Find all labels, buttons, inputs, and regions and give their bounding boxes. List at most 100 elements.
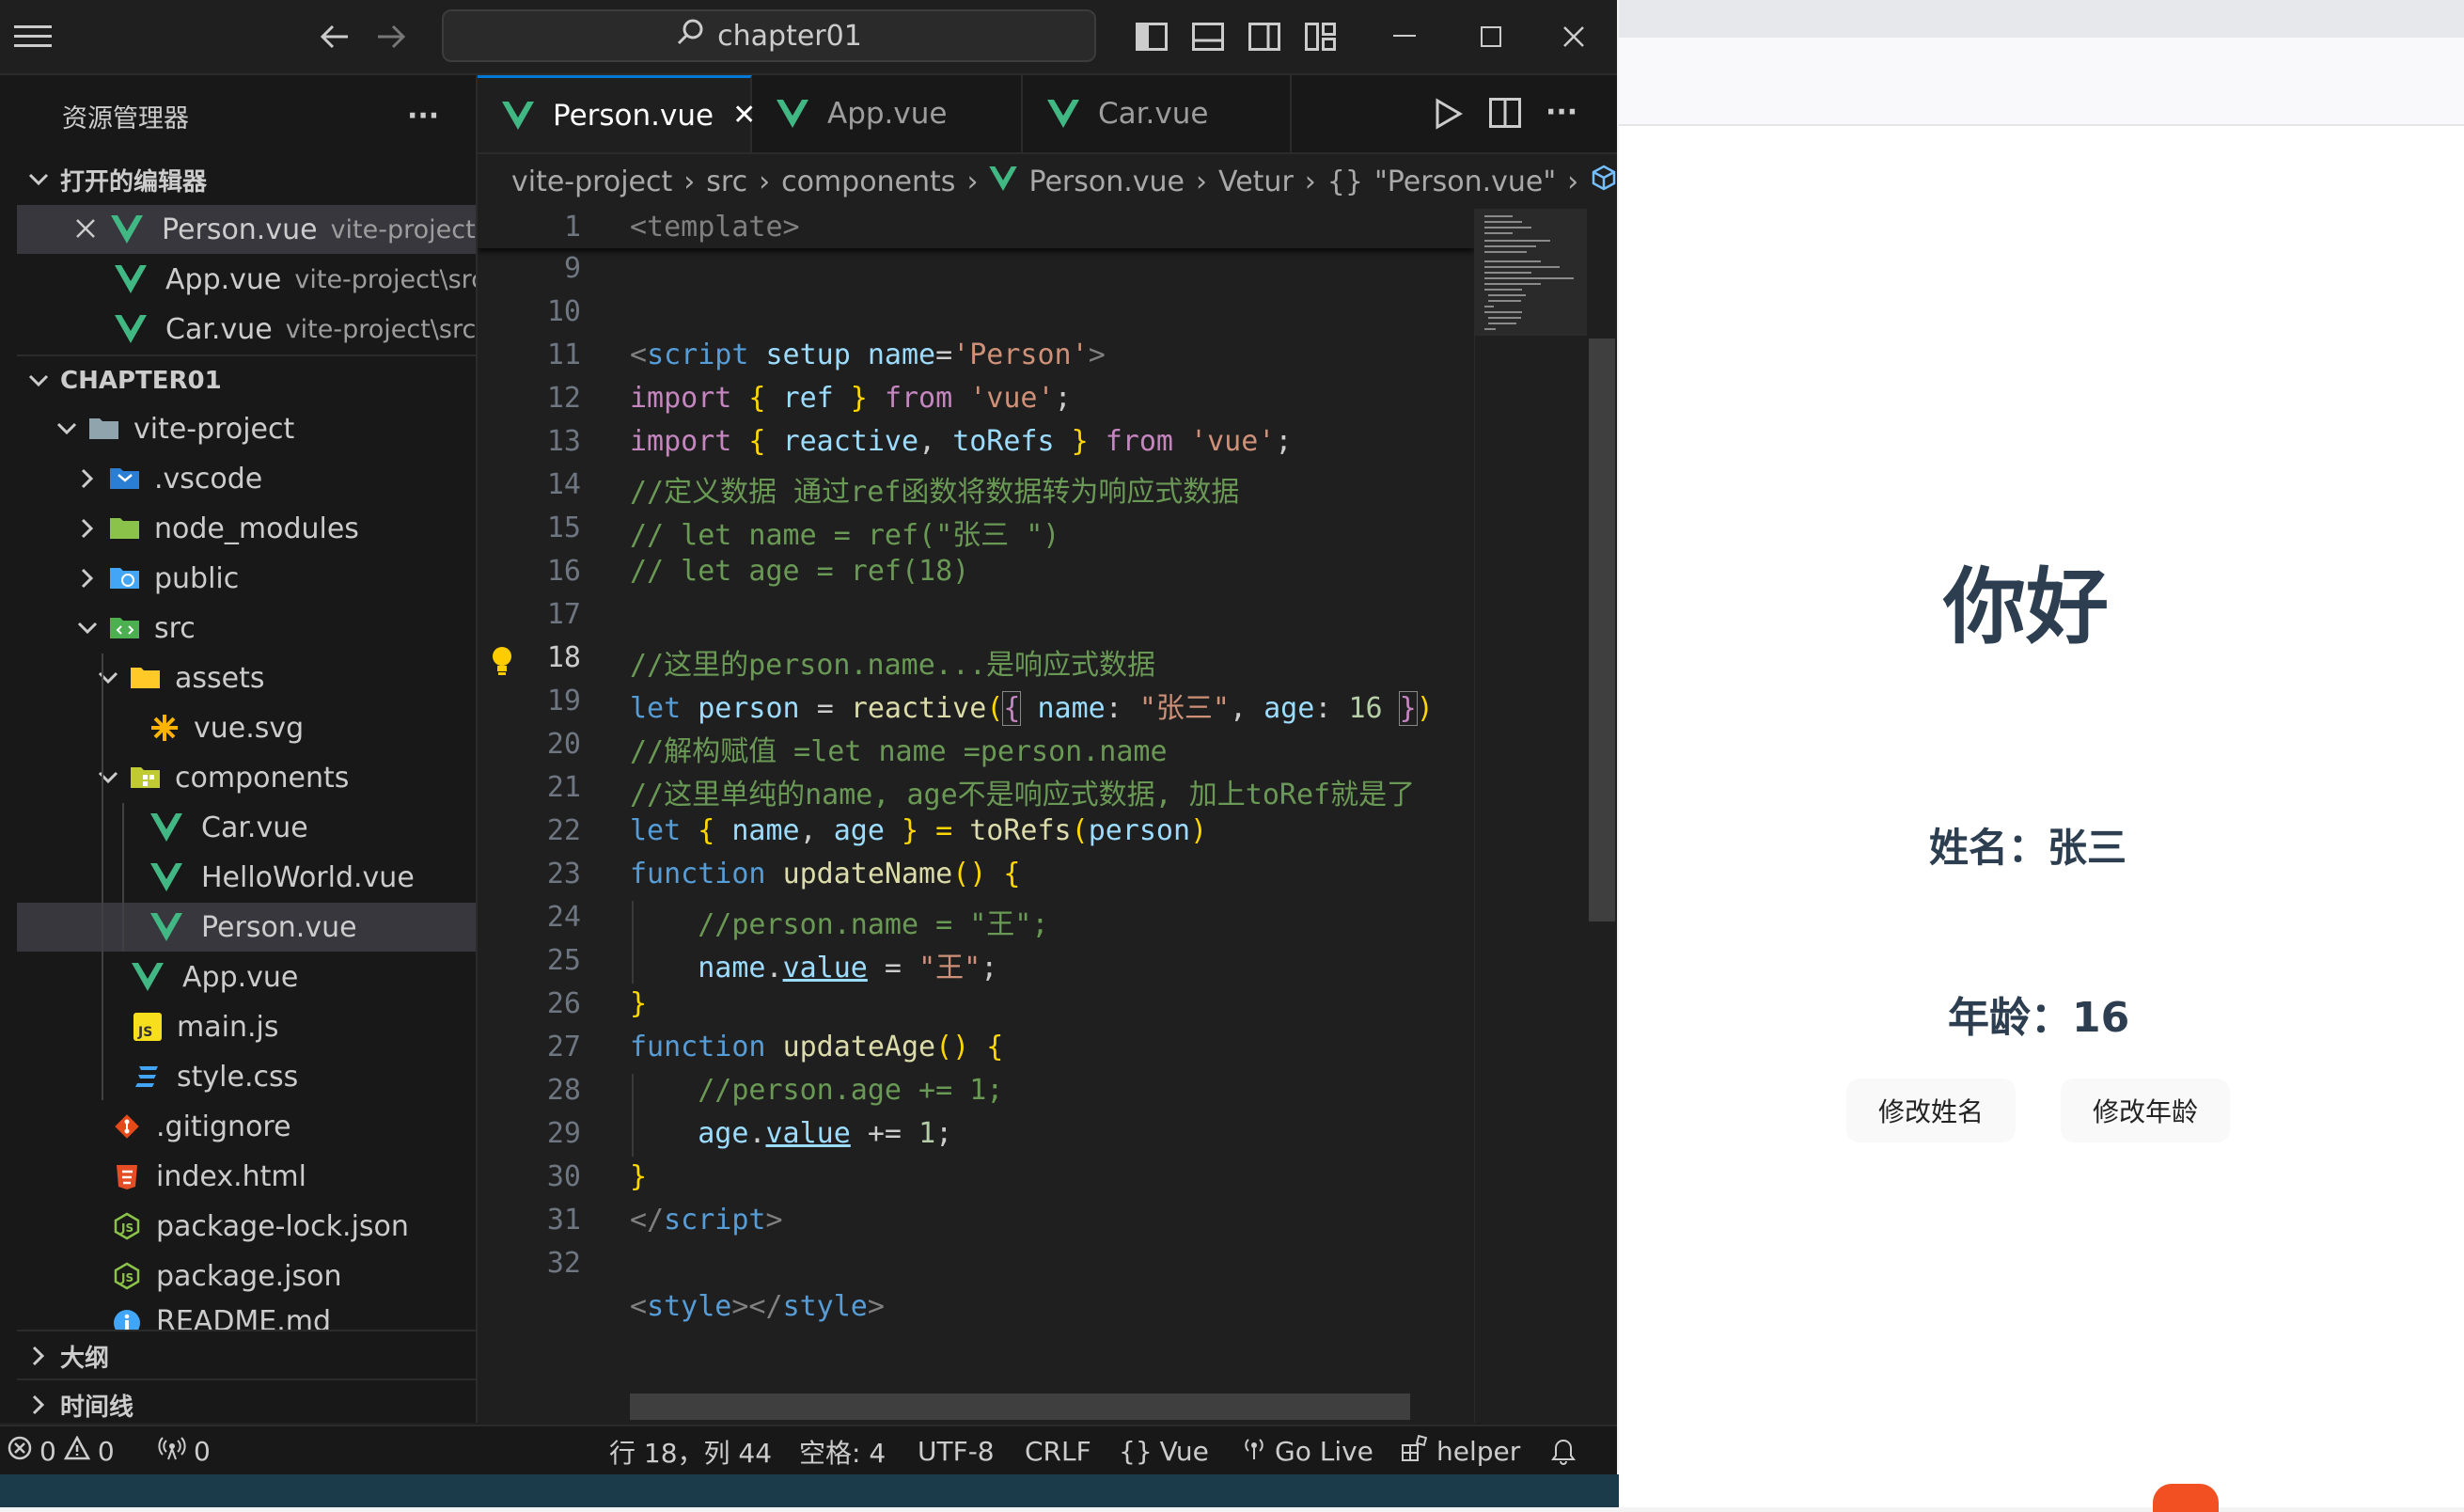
go-live-button[interactable]: Go Live bbox=[1241, 1426, 1373, 1474]
tree-folder-vscode[interactable]: .vscode bbox=[17, 454, 476, 503]
code-line: //person.age += 1; bbox=[630, 1074, 1004, 1107]
age-display: 年龄：16 bbox=[1948, 994, 2130, 1042]
open-editors-label: 打开的编辑器 bbox=[60, 167, 208, 197]
code-line: function updateAge() { bbox=[630, 1031, 1004, 1063]
breadcrumb-item[interactable]: vite-project bbox=[511, 165, 672, 198]
chevron-down-icon bbox=[55, 417, 79, 441]
tree-file-helloworld-vue[interactable]: HelloWorld.vue bbox=[17, 853, 476, 902]
tree-file-car-vue[interactable]: Car.vue bbox=[17, 803, 476, 852]
vue-file-icon bbox=[150, 913, 182, 941]
chevron-right-icon bbox=[75, 566, 100, 591]
tree-file-readme[interactable]: README.md bbox=[17, 1301, 476, 1330]
chevron-right-icon bbox=[26, 1393, 51, 1417]
error-icon bbox=[8, 1436, 32, 1467]
broadcast-icon bbox=[1241, 1435, 1267, 1468]
tree-file-vue-svg[interactable]: vue.svg bbox=[17, 703, 476, 752]
problems-status[interactable]: 0 0 bbox=[8, 1426, 115, 1474]
indentation-status[interactable]: 空格: 4 bbox=[799, 1426, 886, 1474]
tree-file-package-lock-json[interactable]: JS package-lock.json bbox=[17, 1202, 476, 1251]
sticky-scroll[interactable]: 1 <template> bbox=[478, 209, 1474, 248]
close-editor-icon[interactable] bbox=[75, 213, 96, 246]
folder-section-header[interactable]: CHAPTER01 bbox=[17, 354, 476, 405]
tree-file-person-vue[interactable]: Person.vue bbox=[17, 903, 476, 952]
menu-icon[interactable] bbox=[11, 17, 55, 56]
notifications-bell-icon[interactable] bbox=[1551, 1426, 1576, 1474]
more-actions-icon[interactable]: ··· bbox=[407, 100, 439, 133]
editor-more-actions-icon[interactable]: ··· bbox=[1546, 96, 1577, 129]
tab-app-vue[interactable]: App.vue bbox=[752, 75, 1023, 152]
breadcrumb-item[interactable]: src bbox=[706, 165, 747, 198]
timeline-section-header[interactable]: 时间线 bbox=[17, 1378, 476, 1423]
change-age-button[interactable]: 修改年龄 bbox=[2061, 1079, 2231, 1142]
eol-status[interactable]: CRLF bbox=[1025, 1426, 1091, 1474]
cursor-position[interactable]: 行 18，列 44 bbox=[609, 1426, 772, 1474]
tree-folder-src[interactable]: src bbox=[17, 604, 476, 653]
vue-file-icon bbox=[132, 963, 164, 991]
vertical-scrollbar-thumb[interactable] bbox=[1589, 339, 1615, 921]
chevron-down-icon bbox=[96, 666, 120, 690]
chevron-down-icon bbox=[96, 765, 120, 790]
tab-person-vue[interactable]: Person.vue ✕ bbox=[478, 75, 756, 152]
command-center-search[interactable]: chapter01 bbox=[442, 9, 1096, 62]
lightbulb-icon[interactable] bbox=[489, 645, 515, 681]
tree-file-style-css[interactable]: style.css bbox=[17, 1052, 476, 1101]
code-line: } bbox=[630, 987, 648, 1020]
vscode-folder-icon bbox=[109, 463, 141, 495]
timeline-label: 时间线 bbox=[60, 1393, 134, 1422]
customize-layout-icon[interactable] bbox=[1303, 17, 1339, 56]
greeting-heading: 你好 bbox=[1943, 559, 2110, 655]
line-number: 11 bbox=[546, 339, 581, 371]
split-editor-icon[interactable] bbox=[1489, 98, 1521, 132]
maximize-icon[interactable] bbox=[1472, 17, 1510, 56]
tab-car-vue[interactable]: Car.vue bbox=[1023, 75, 1292, 152]
git-file-icon bbox=[111, 1110, 143, 1142]
open-editor-app-vue[interactable]: App.vue vite-project\src bbox=[17, 255, 476, 304]
encoding-status[interactable]: UTF-8 bbox=[918, 1426, 995, 1474]
helper-status[interactable]: helper bbox=[1401, 1426, 1520, 1474]
breadcrumb-item[interactable]: Person.vue bbox=[1028, 165, 1185, 198]
language-status[interactable]: {} Vue bbox=[1119, 1426, 1209, 1474]
tree-folder-node-modules[interactable]: node_modules bbox=[17, 504, 476, 553]
toggle-primary-sidebar-icon[interactable] bbox=[1134, 17, 1169, 56]
back-arrow-icon[interactable] bbox=[316, 17, 353, 56]
minimize-icon[interactable] bbox=[1386, 17, 1423, 56]
close-window-icon[interactable] bbox=[1555, 17, 1593, 56]
tree-file-gitignore[interactable]: .gitignore bbox=[17, 1102, 476, 1151]
chevron-right-icon: › bbox=[1196, 165, 1208, 198]
horizontal-scrollbar-thumb[interactable] bbox=[630, 1394, 1410, 1420]
breadcrumb-item[interactable]: components bbox=[781, 165, 955, 198]
breadcrumb-item[interactable]: Vetur bbox=[1218, 165, 1294, 198]
run-icon[interactable] bbox=[1435, 98, 1463, 134]
tree-folder-components[interactable]: components bbox=[17, 753, 476, 802]
tab-label: Person.vue bbox=[553, 98, 714, 133]
open-editors-section-header[interactable]: 打开的编辑器 bbox=[17, 155, 476, 204]
code-editor[interactable]: 1 <template> 9 10 11 12 13 14 15 16 17 1… bbox=[478, 209, 1617, 1423]
outline-section-header[interactable]: 大纲 bbox=[17, 1330, 476, 1380]
tree-file-main-js[interactable]: JS main.js bbox=[17, 1002, 476, 1051]
assets-folder-icon bbox=[130, 662, 162, 694]
breadcrumb-item[interactable]: "Person.vue" bbox=[1374, 165, 1556, 198]
title-bar: chapter01 bbox=[0, 0, 1617, 75]
open-editor-person-vue[interactable]: Person.vue vite-project... bbox=[17, 205, 476, 254]
tree-file-app-vue[interactable]: App.vue bbox=[17, 953, 476, 1001]
tree-file-package-json[interactable]: JS package.json bbox=[17, 1252, 476, 1300]
open-editor-car-vue[interactable]: Car.vue vite-project\src... bbox=[17, 305, 476, 354]
ports-status[interactable]: 0 bbox=[158, 1426, 211, 1474]
code-line: <style></style> bbox=[630, 1290, 885, 1323]
code-line: </script> bbox=[630, 1204, 783, 1236]
tree-folder-vite-project[interactable]: vite-project bbox=[17, 404, 476, 453]
toggle-panel-icon[interactable] bbox=[1190, 17, 1226, 56]
line-number: 12 bbox=[546, 382, 581, 415]
code-line: //这里单纯的name, age不是响应式数据, 加上toRef就是了 bbox=[630, 779, 1416, 811]
minimap[interactable] bbox=[1474, 209, 1588, 1423]
tree-folder-assets[interactable]: assets bbox=[17, 654, 476, 702]
editor-tab-bar: Person.vue ✕ App.vue Car.vue ··· bbox=[478, 75, 1617, 154]
tree-folder-public[interactable]: public bbox=[17, 554, 476, 603]
line-number: 32 bbox=[546, 1247, 581, 1280]
forward-arrow-icon[interactable] bbox=[372, 17, 410, 56]
tree-label: node_modules bbox=[154, 512, 359, 545]
change-name-button[interactable]: 修改姓名 bbox=[1846, 1079, 2017, 1142]
tree-label: style.css bbox=[177, 1060, 299, 1094]
toggle-secondary-sidebar-icon[interactable] bbox=[1247, 17, 1282, 56]
tree-file-index-html[interactable]: index.html bbox=[17, 1152, 476, 1201]
